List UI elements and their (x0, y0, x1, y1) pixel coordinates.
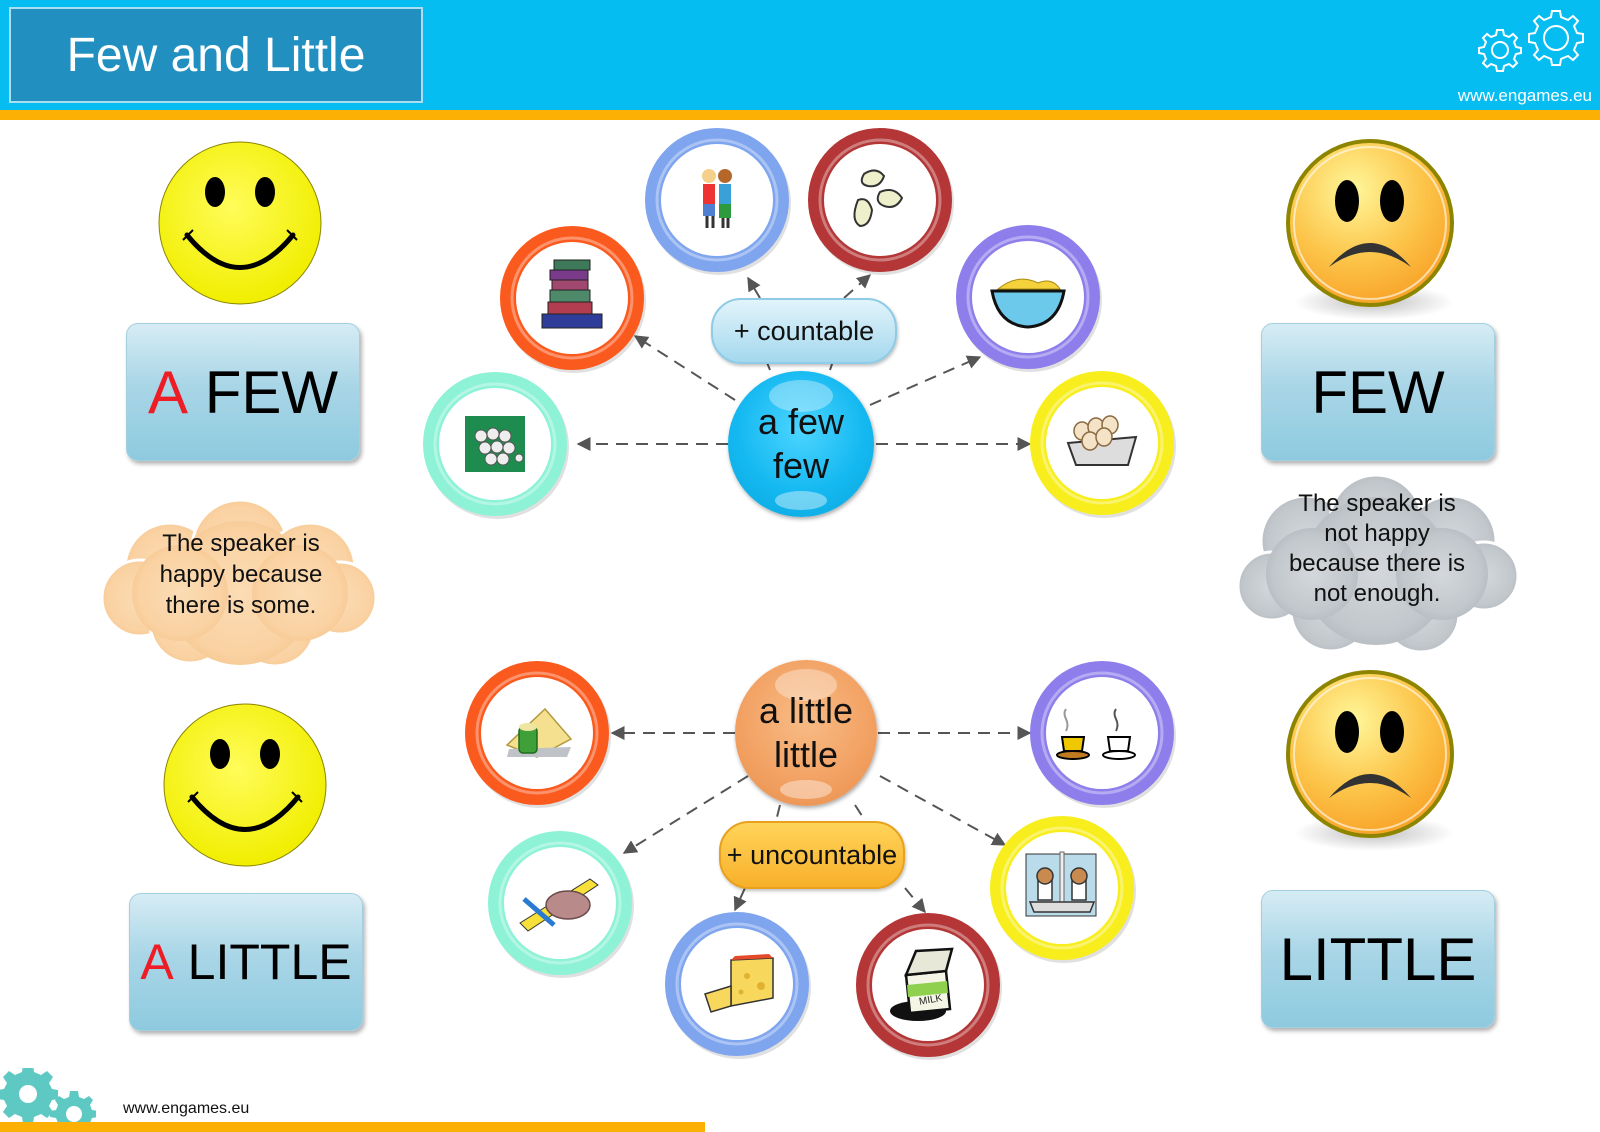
item-ring-butter (465, 661, 611, 808)
hub-line: a few (757, 401, 845, 442)
item-ring-cheese (665, 912, 811, 1059)
item-ring-coffee (1030, 661, 1176, 808)
countable-pill: + countable (711, 298, 897, 364)
hub-shine (780, 779, 832, 799)
hub-line: few (772, 445, 830, 486)
golf-balls-icon (465, 416, 525, 472)
item-ring-ham (488, 831, 634, 978)
connector-arrow (843, 274, 872, 299)
connector-arrow (747, 276, 761, 299)
hub-line: a little (758, 690, 854, 731)
connector-arrow (733, 887, 747, 912)
hub-shine (774, 490, 828, 510)
salt-pepper-icon (1025, 851, 1097, 917)
item-ring-books (500, 226, 646, 373)
item-ring-milk: MILK (856, 913, 1002, 1060)
connector-arrow (854, 804, 867, 823)
uncountable-pill: + uncountable (719, 821, 905, 889)
item-ring-beans (808, 128, 954, 275)
hub-line: little (773, 734, 839, 775)
item-ring-chips-bowl (956, 225, 1102, 372)
item-ring-eggs (1030, 371, 1176, 518)
connector-arrow (904, 887, 926, 914)
mind-map-diagram: MILK (423, 128, 1176, 1060)
few-hub: a few few (728, 371, 874, 517)
item-ring-salt-pepper (990, 816, 1136, 963)
item-ring-children (645, 128, 791, 275)
little-hub: a little little (735, 660, 877, 806)
item-ring-golf-balls (423, 372, 569, 519)
connector-arrow (869, 355, 982, 406)
